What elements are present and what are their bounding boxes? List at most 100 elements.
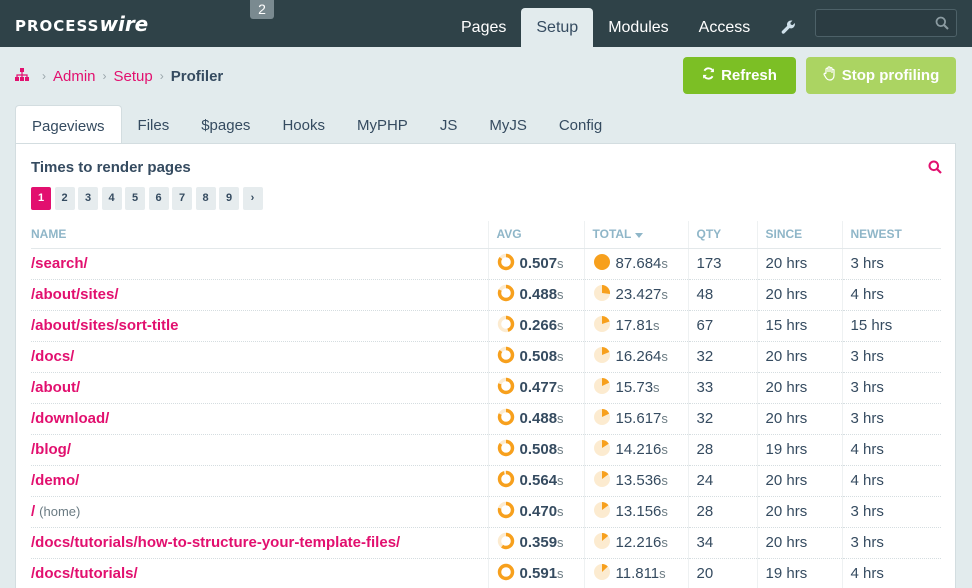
- newest-cell: 15 hrs: [841, 310, 941, 342]
- nav-modules[interactable]: Modules: [593, 8, 683, 47]
- page-link[interactable]: /docs/tutorials/how-to-structure-your-te…: [31, 534, 400, 551]
- breadcrumb-separator: ›: [159, 69, 164, 83]
- tab-pages[interactable]: $pages: [185, 105, 266, 144]
- avg-value: 0.508: [519, 441, 558, 458]
- page-link[interactable]: /docs/tutorials/: [31, 565, 138, 582]
- table-row: /blog/0.508s 14.216s 28 19 hrs 4 hrs: [31, 434, 941, 466]
- column-header-name[interactable]: NAME: [31, 221, 488, 249]
- tab-js[interactable]: JS: [424, 105, 474, 144]
- avg-ring-icon: [497, 470, 515, 492]
- column-header-since[interactable]: SINCE: [756, 221, 842, 249]
- newest-cell: 3 hrs: [841, 403, 941, 435]
- newest-cell: 3 hrs: [841, 527, 941, 559]
- since-cell: 20 hrs: [756, 465, 842, 497]
- page-link[interactable]: /search/: [31, 255, 88, 272]
- avg-cell: 0.488s: [487, 279, 584, 311]
- total-cell: 13.536s: [583, 465, 688, 497]
- avg-unit: s: [557, 411, 564, 426]
- since-cell: 20 hrs: [756, 496, 842, 528]
- pageviews-table: NAME AVG TOTAL QTY SINCE NEWEST /search/…: [31, 221, 941, 588]
- nav-pages[interactable]: Pages: [446, 8, 521, 47]
- tab-files[interactable]: Files: [122, 105, 186, 144]
- breadcrumb-setup[interactable]: Setup: [114, 68, 153, 85]
- total-value: 13.536: [615, 472, 662, 489]
- page-name-cell: /about/sites/sort-title: [31, 310, 488, 342]
- column-header-qty[interactable]: QTY: [687, 221, 757, 249]
- page-link[interactable]: /: [31, 503, 35, 520]
- qty-cell: 173: [687, 248, 757, 280]
- since-cell: 19 hrs: [756, 434, 842, 466]
- total-value: 11.811: [615, 565, 660, 582]
- avg-value: 0.564: [519, 472, 558, 489]
- column-header-avg[interactable]: AVG: [487, 221, 584, 249]
- page-link[interactable]: /about/sites/: [31, 286, 119, 303]
- total-pie-icon: [593, 439, 611, 461]
- avg-cell: 0.508s: [487, 434, 584, 466]
- refresh-button[interactable]: Refresh: [683, 57, 796, 94]
- sitemap-icon[interactable]: [15, 67, 29, 85]
- page-9-button[interactable]: 9: [219, 187, 239, 210]
- total-pie-icon: [593, 408, 611, 430]
- page-title: Profiler: [170, 67, 224, 85]
- tab-pageviews[interactable]: Pageviews: [15, 105, 122, 145]
- total-pie-icon: [593, 377, 611, 399]
- stop-profiling-button[interactable]: Stop profiling: [806, 57, 956, 94]
- total-value: 87.684: [615, 255, 662, 272]
- table-row: /download/0.488s 15.617s 32 20 hrs 3 hrs: [31, 403, 941, 435]
- total-unit: s: [661, 287, 668, 302]
- avg-cell: 0.564s: [487, 465, 584, 497]
- page-link[interactable]: /blog/: [31, 441, 71, 458]
- total-unit: s: [661, 504, 668, 519]
- page-link[interactable]: /docs/: [31, 348, 74, 365]
- nav-setup[interactable]: Setup: [521, 8, 594, 47]
- avg-value: 0.359: [519, 534, 558, 551]
- avg-ring-icon: [497, 346, 515, 368]
- page-3-button[interactable]: 3: [78, 187, 98, 210]
- page-link[interactable]: /download/: [31, 410, 109, 427]
- column-header-total[interactable]: TOTAL: [583, 221, 688, 249]
- refresh-label: Refresh: [721, 67, 777, 84]
- tab-config[interactable]: Config: [543, 105, 618, 144]
- page-1-button[interactable]: 1: [31, 187, 51, 210]
- total-cell: 87.684s: [583, 248, 688, 280]
- newest-cell: 3 hrs: [841, 341, 941, 373]
- wrench-icon[interactable]: [765, 8, 812, 47]
- notification-badge[interactable]: 2: [250, 0, 274, 19]
- processwire-logo[interactable]: PROCESSwire: [15, 12, 148, 36]
- since-cell: 20 hrs: [756, 372, 842, 404]
- page-link[interactable]: /demo/: [31, 472, 79, 489]
- avg-unit: s: [557, 442, 564, 457]
- page-4-button[interactable]: 4: [101, 187, 122, 210]
- panel-title: Times to render pages: [31, 159, 191, 176]
- avg-value: 0.266: [519, 317, 558, 334]
- search-input[interactable]: [815, 9, 957, 37]
- page-7-button[interactable]: 7: [172, 187, 192, 210]
- next-page-button[interactable]: ›: [242, 187, 263, 210]
- breadcrumb-admin[interactable]: Admin: [53, 68, 96, 85]
- column-header-newest[interactable]: NEWEST: [841, 221, 941, 249]
- page-8-button[interactable]: 8: [195, 187, 216, 210]
- total-unit: s: [661, 535, 668, 550]
- total-unit: s: [653, 380, 660, 395]
- since-cell: 20 hrs: [756, 279, 842, 311]
- tab-myphp[interactable]: MyPHP: [341, 105, 424, 144]
- column-header-total-label: TOTAL: [592, 227, 632, 242]
- total-cell: 23.427s: [583, 279, 688, 311]
- avg-value: 0.591: [519, 565, 558, 582]
- page-6-button[interactable]: 6: [148, 187, 169, 210]
- since-cell: 20 hrs: [756, 403, 842, 435]
- total-pie-icon: [593, 315, 611, 337]
- tab-hooks[interactable]: Hooks: [266, 105, 341, 144]
- page-note: (home): [39, 504, 81, 519]
- page-link[interactable]: /about/sites/sort-title: [31, 317, 179, 334]
- total-cell: 12.216s: [583, 527, 688, 559]
- page-5-button[interactable]: 5: [125, 187, 145, 210]
- tab-myjs[interactable]: MyJS: [473, 105, 543, 144]
- table-row: /about/0.477s 15.73s 33 20 hrs 3 hrs: [31, 372, 941, 404]
- search-icon[interactable]: [928, 160, 942, 179]
- qty-cell: 20: [687, 558, 757, 588]
- page-2-button[interactable]: 2: [54, 187, 75, 210]
- nav-access[interactable]: Access: [684, 8, 766, 47]
- avg-value: 0.470: [519, 503, 558, 520]
- page-link[interactable]: /about/: [31, 379, 80, 396]
